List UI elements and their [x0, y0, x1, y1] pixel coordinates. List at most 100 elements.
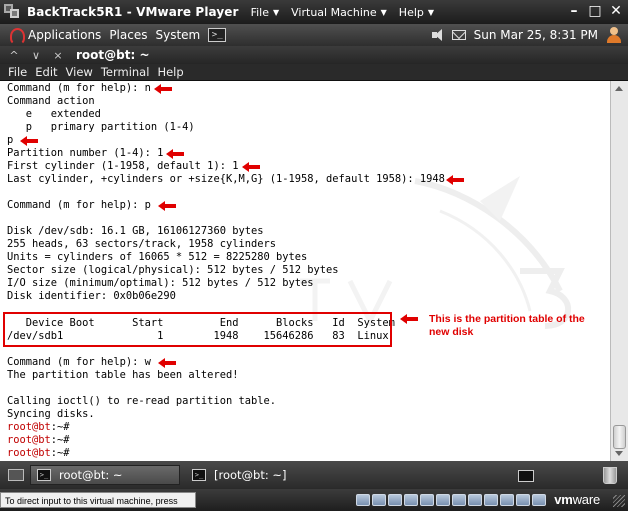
taskbar-task-terminal-active[interactable]: >_ root@bt: ~ — [30, 465, 180, 485]
terminal-line: e extended — [7, 108, 101, 120]
display-icon[interactable] — [468, 494, 482, 506]
vmware-menu-vm-label: Virtual Machine — [291, 5, 377, 19]
backtrack-logo-icon[interactable] — [8, 27, 25, 45]
terminal-line: Sector size (logical/physical): 512 byte… — [7, 264, 339, 276]
terminal-line: Command action — [7, 95, 95, 107]
partition-table-highlight — [3, 312, 392, 347]
scroll-up-arrow-icon[interactable] — [615, 86, 623, 91]
red-arrow-icon — [20, 136, 38, 146]
gnome-bottom-panel: >_ root@bt: ~ >_ [root@bt: ~] — [0, 461, 628, 489]
terminal-line: Last cylinder, +cylinders or +size{K,M,G… — [7, 173, 445, 185]
red-arrow-icon — [154, 84, 172, 94]
trash-icon[interactable] — [603, 467, 617, 484]
chevron-down-icon: ▼ — [272, 7, 280, 17]
volume-icon[interactable] — [431, 29, 444, 41]
panel-menu-places[interactable]: Places — [109, 28, 147, 42]
vmware-menu-help-label: Help — [398, 5, 424, 19]
terminal-output[interactable]: Command (m for help): n Command action e… — [0, 81, 610, 461]
scrollbar-thumb[interactable] — [613, 425, 626, 449]
network-adapter-icon[interactable] — [404, 494, 418, 506]
shell-prompt: root@bt:~# — [7, 421, 70, 433]
vmware-menu-file[interactable]: File ▼ — [251, 6, 280, 19]
usb-device-icon[interactable] — [484, 494, 498, 506]
minimize-button[interactable]: – — [566, 3, 582, 19]
terminal-menu-terminal[interactable]: Terminal — [101, 65, 150, 79]
terminal-line: Command (m for help): p — [7, 199, 151, 211]
terminal-line: Disk identifier: 0x0b06e290 — [7, 290, 176, 302]
terminal-line: Command (m for help): n — [7, 82, 151, 94]
red-arrow-icon — [446, 175, 464, 185]
terminal-menu-edit[interactable]: Edit — [35, 65, 57, 79]
sound-card-icon[interactable] — [436, 494, 450, 506]
terminal-scrollbar[interactable] — [610, 81, 628, 461]
floppy-icon[interactable] — [388, 494, 402, 506]
terminal-titlebar: ^ ∨ × root@bt: ~ — [0, 46, 628, 64]
message-log-icon[interactable] — [532, 494, 546, 506]
terminal-icon: >_ — [192, 469, 206, 481]
terminal-line: Syncing disks. — [7, 408, 95, 420]
terminal-line: 255 heads, 63 sectors/track, 1958 cylind… — [7, 238, 276, 250]
vmware-statusbar: To direct input to this virtual machine,… — [0, 489, 628, 511]
terminal-line: I/O size (minimum/optimal): 512 bytes / … — [7, 277, 314, 289]
terminal-line: Partition number (1-4): 1 — [7, 147, 164, 159]
status-message: To direct input to this virtual machine,… — [0, 492, 196, 508]
vmware-window-title: BackTrack5R1 - VMware Player — [27, 5, 239, 19]
mail-icon[interactable] — [451, 30, 466, 40]
usb-device-icon[interactable] — [500, 494, 514, 506]
terminal-line: First cylinder (1-1958, default 1): 1 — [7, 160, 239, 172]
terminal-menu-file[interactable]: File — [8, 65, 27, 79]
cdrom-icon[interactable] — [372, 494, 386, 506]
terminal-line: p — [7, 134, 14, 146]
terminal-line: Units = cylinders of 16065 * 512 = 82252… — [7, 251, 308, 263]
terminal-icon: >_ — [37, 469, 51, 481]
window-close-button[interactable]: × — [50, 49, 66, 62]
maximize-button[interactable]: □ — [587, 3, 603, 19]
vmware-menu-file-label: File — [250, 5, 269, 19]
terminal-menu-help[interactable]: Help — [157, 65, 183, 79]
show-desktop-icon[interactable] — [8, 469, 24, 481]
terminal-window-title: root@bt: ~ — [76, 48, 150, 62]
vmware-titlebar: BackTrack5R1 - VMware Player File ▼ Virtu… — [0, 0, 628, 24]
user-icon[interactable] — [606, 27, 622, 43]
window-shade-button[interactable]: ^ — [6, 49, 22, 62]
red-arrow-icon — [242, 162, 260, 172]
hard-disk-icon[interactable] — [356, 494, 370, 506]
resize-grip-icon[interactable] — [613, 495, 625, 507]
red-arrow-icon — [158, 201, 176, 211]
panel-clock[interactable]: Sun Mar 25, 8:31 PM — [474, 28, 598, 42]
shell-prompt: root@bt:~# — [7, 447, 70, 459]
terminal-line: p primary partition (1-4) — [7, 121, 195, 133]
printer-icon[interactable] — [452, 494, 466, 506]
vmware-menu-virtual-machine[interactable]: Virtual Machine ▼ — [291, 6, 387, 19]
panel-menu-applications[interactable]: Applications — [28, 28, 101, 42]
vmware-app-icon — [4, 4, 22, 20]
taskbar-task-label: [root@bt: ~] — [214, 468, 287, 482]
shell-prompt: root@bt:~# — [7, 434, 70, 446]
usb-controller-icon[interactable] — [420, 494, 434, 506]
chevron-down-icon: ▼ — [427, 7, 435, 17]
taskbar-task-label: root@bt: ~ — [59, 468, 123, 482]
terminal-menubar: File Edit View Terminal Help — [0, 64, 628, 81]
red-arrow-icon — [166, 149, 184, 159]
window-minimize-button[interactable]: ∨ — [28, 49, 44, 62]
red-arrow-icon — [400, 314, 418, 324]
terminal-line: Calling ioctl() to re-read partition tab… — [7, 395, 276, 407]
vmware-menu-help[interactable]: Help ▼ — [399, 6, 434, 19]
red-arrow-icon — [158, 358, 176, 368]
device-icons — [356, 494, 546, 506]
terminal-line: The partition table has been altered! — [7, 369, 239, 381]
scroll-down-arrow-icon[interactable] — [615, 451, 623, 456]
close-button[interactable]: ✕ — [608, 3, 624, 19]
terminal-line: Command (m for help): w — [7, 356, 151, 368]
terminal-line: Disk /dev/sdb: 16.1 GB, 16106127360 byte… — [7, 225, 264, 237]
partition-table-annotation: This is the partition table of the new d… — [429, 313, 585, 338]
chevron-down-icon: ▼ — [380, 7, 387, 17]
panel-menu-system[interactable]: System — [155, 28, 200, 42]
vmware-logo: vmware — [554, 492, 600, 507]
usb-device-icon[interactable] — [516, 494, 530, 506]
terminal-launcher-icon[interactable]: >_ — [208, 28, 227, 42]
terminal-menu-view[interactable]: View — [66, 65, 93, 79]
workspace-switcher-icon[interactable] — [518, 470, 534, 482]
taskbar-task-terminal[interactable]: >_ [root@bt: ~] — [186, 465, 346, 485]
gnome-top-panel: Applications Places System >_ Sun Mar 25… — [0, 24, 628, 46]
